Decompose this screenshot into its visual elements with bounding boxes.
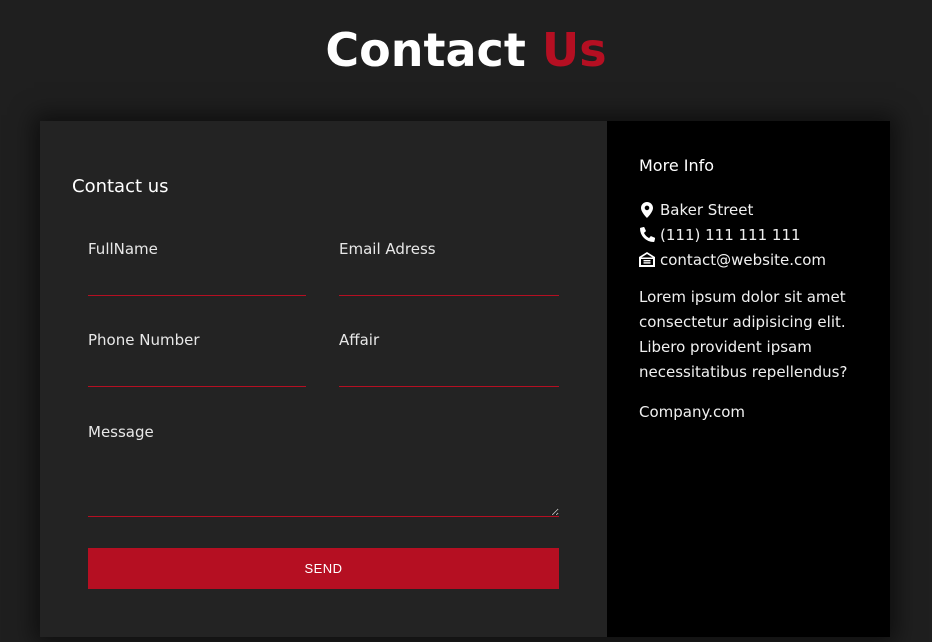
email-label: Email Adress	[339, 240, 436, 258]
info-description: Lorem ipsum dolor sit amet consectetur a…	[639, 288, 848, 381]
form-heading: Contact us	[72, 176, 169, 197]
affair-input[interactable]	[339, 361, 559, 387]
page-title: Contact Us	[0, 22, 932, 78]
phone-text: (111) 111 111 111	[660, 225, 801, 244]
fullname-label: FullName	[88, 240, 158, 258]
page-title-accent: Us	[541, 23, 607, 77]
affair-label: Affair	[339, 331, 380, 349]
fullname-input[interactable]	[88, 270, 306, 296]
address-text: Baker Street	[660, 200, 754, 219]
contact-form: Contact us FullName Email Adress Phone N…	[40, 121, 607, 637]
message-label: Message	[88, 423, 154, 441]
email-input[interactable]	[339, 270, 559, 296]
address-item: Baker Street	[639, 197, 826, 222]
contact-card: Contact us FullName Email Adress Phone N…	[40, 121, 890, 637]
phone-field: Phone Number	[88, 331, 306, 387]
fullname-field: FullName	[88, 240, 306, 296]
more-info-panel: More Info Baker Street (111) 111 111 111…	[607, 121, 890, 637]
phone-icon	[639, 227, 655, 243]
company-link: Company.com	[639, 403, 746, 421]
message-field: Message	[88, 423, 559, 517]
email-item: contact@website.com	[639, 247, 826, 272]
envelope-open-icon	[639, 252, 655, 268]
message-textarea[interactable]	[88, 453, 559, 517]
phone-input[interactable]	[88, 361, 306, 387]
map-marker-icon	[639, 201, 655, 218]
send-button[interactable]: SEND	[88, 548, 559, 589]
more-info-heading: More Info	[639, 156, 715, 175]
phone-label: Phone Number	[88, 331, 200, 349]
email-field: Email Adress	[339, 240, 559, 296]
email-text: contact@website.com	[660, 250, 827, 269]
page-title-main: Contact	[325, 23, 526, 77]
phone-item: (111) 111 111 111	[639, 222, 826, 247]
affair-field: Affair	[339, 331, 559, 387]
contact-details-list: Baker Street (111) 111 111 111 contact@w…	[639, 197, 826, 272]
